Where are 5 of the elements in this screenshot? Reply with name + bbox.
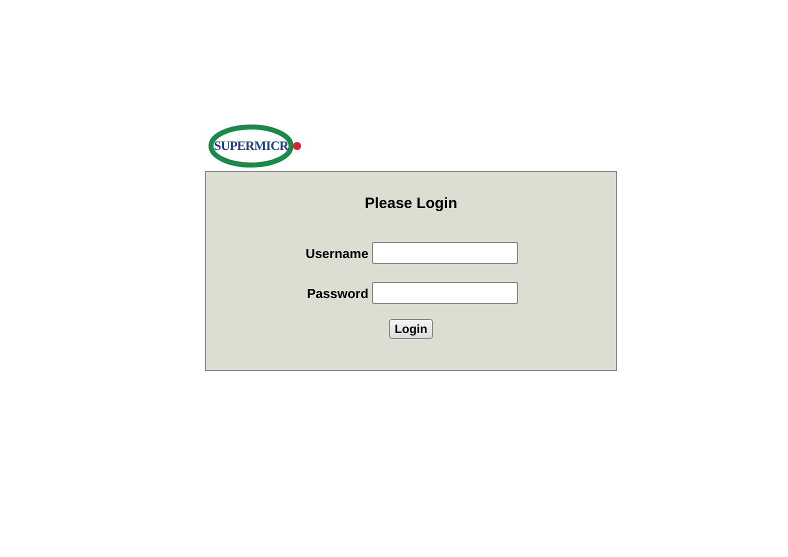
field-label: Username [306,246,368,260]
logo-text: SUPERMICR [214,138,288,154]
panel-title: Please Login [364,195,458,212]
login-button[interactable]: Login [388,319,434,339]
field-label: Password [306,286,368,300]
